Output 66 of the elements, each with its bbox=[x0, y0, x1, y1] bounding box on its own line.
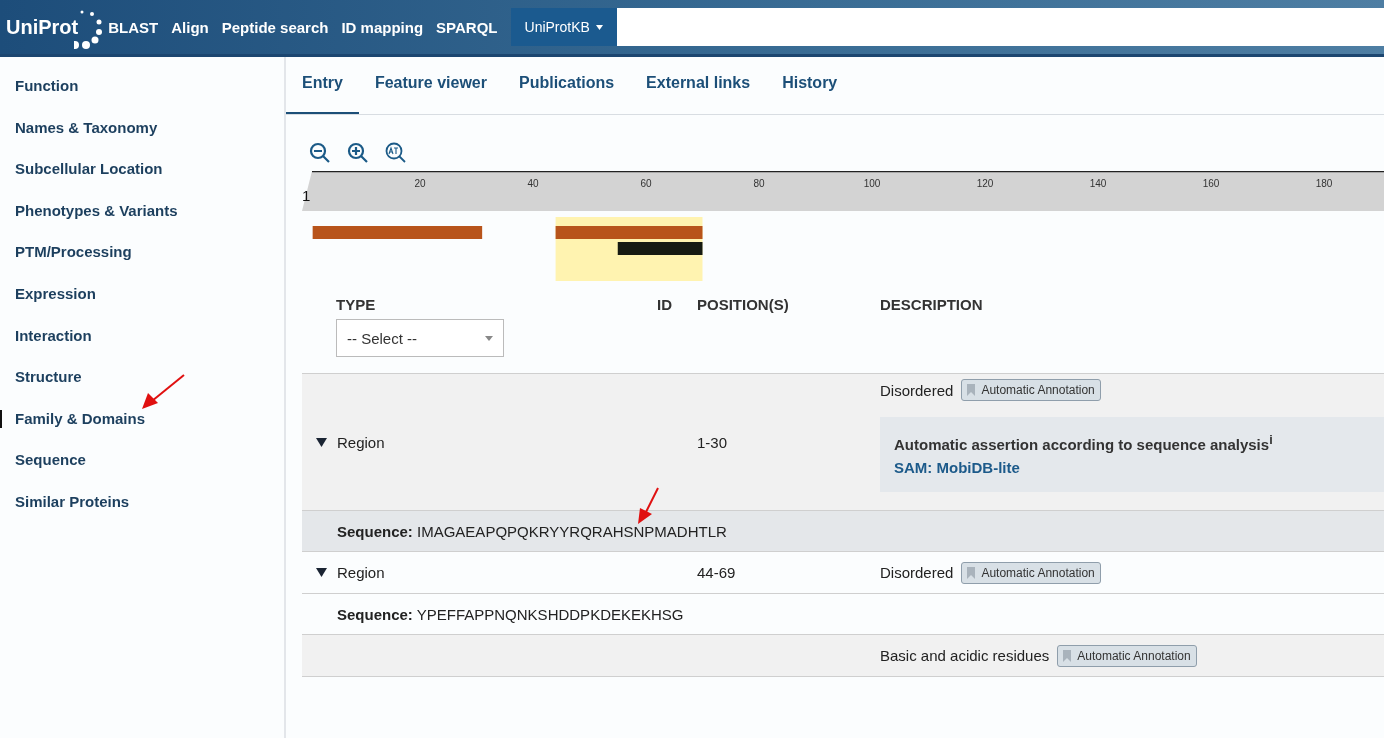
arrow-icon bbox=[140, 373, 186, 411]
sidebar-item[interactable]: Similar Proteins bbox=[0, 492, 130, 511]
tick-label: 60 bbox=[640, 178, 652, 189]
sidebar-item[interactable]: Family & Domains bbox=[0, 409, 146, 428]
nav-link[interactable]: Align bbox=[171, 18, 209, 36]
uniprot-logo[interactable]: UniProt bbox=[6, 5, 105, 49]
tab[interactable]: History bbox=[766, 74, 854, 114]
source-link[interactable]: SAM: MobiDB-lite bbox=[894, 459, 1370, 476]
annotation-badge[interactable]: Automatic Annotation bbox=[1057, 644, 1197, 667]
tick-label: 80 bbox=[753, 178, 765, 189]
ruler-start: 1 bbox=[302, 187, 311, 204]
sequence-text: Sequence: IMAGAEAPQPQKRYYRQRAHSNPMADHTLR bbox=[337, 522, 727, 540]
annotation-badge[interactable]: Automatic Annotation bbox=[961, 561, 1101, 584]
table-cell: 1-30 bbox=[697, 433, 728, 451]
bookmark-icon bbox=[1063, 649, 1072, 662]
tab[interactable]: External links bbox=[630, 74, 767, 114]
column-header: ID bbox=[657, 296, 672, 313]
table-cell: Region bbox=[337, 564, 385, 581]
nav-link[interactable]: BLAST bbox=[108, 18, 159, 36]
bookmark-icon bbox=[967, 384, 976, 396]
sidebar-item[interactable]: PTM/Processing bbox=[0, 243, 132, 262]
tick-label: 180 bbox=[1315, 178, 1333, 189]
annotation-badge[interactable]: Automatic Annotation bbox=[961, 379, 1101, 401]
caret-icon bbox=[485, 335, 493, 341]
column-header: DESCRIPTION bbox=[880, 296, 983, 313]
database-dropdown[interactable]: UniProtKB bbox=[510, 8, 617, 46]
zoom-in-icon[interactable] bbox=[346, 141, 370, 165]
sidebar-item[interactable]: Subcellular Location bbox=[0, 160, 163, 179]
collapse-icon[interactable] bbox=[316, 568, 327, 577]
tick-label: 140 bbox=[1089, 178, 1107, 189]
tab[interactable]: Feature viewer bbox=[358, 74, 503, 114]
tick-label: 40 bbox=[527, 178, 539, 189]
tick-label: 100 bbox=[863, 178, 881, 189]
tick-label: 20 bbox=[414, 178, 426, 189]
nav-link[interactable]: Peptide search bbox=[221, 18, 329, 36]
sidebar-item[interactable]: Expression bbox=[0, 284, 96, 303]
sidebar-item[interactable]: Structure bbox=[0, 368, 82, 387]
sequence-text: Sequence: YPEFFAPPNQNKSHDDPKDEKEKHSG bbox=[337, 605, 684, 623]
nav-link[interactable]: ID mapping bbox=[341, 18, 424, 36]
sidebar-item[interactable]: Function bbox=[0, 77, 79, 95]
arrow-icon bbox=[636, 486, 660, 526]
feature-bar[interactable] bbox=[617, 242, 703, 255]
nav-link[interactable]: SPARQL bbox=[436, 18, 498, 36]
sequence-zoom-icon[interactable] bbox=[384, 141, 408, 165]
sidebar-item[interactable]: Sequence bbox=[0, 451, 86, 470]
table-cell: Region bbox=[337, 433, 385, 451]
tab[interactable]: Publications bbox=[502, 74, 631, 114]
sidebar-item[interactable]: Phenotypes & Variants bbox=[0, 201, 178, 220]
bookmark-icon bbox=[967, 566, 976, 579]
tick-label: 160 bbox=[1202, 178, 1220, 189]
evidence-text: Automatic assertion according to sequence analysis$^{i}$ bbox=[894, 433, 1274, 453]
zoom-out-icon[interactable] bbox=[308, 141, 332, 165]
search-field[interactable] bbox=[616, 8, 1384, 46]
table-cell: Basic and acidic residues bbox=[880, 647, 1050, 664]
tab[interactable]: Entry bbox=[286, 74, 359, 114]
column-header: POSITION(S) bbox=[697, 296, 789, 313]
sidebar-item[interactable]: Interaction bbox=[0, 326, 92, 345]
column-header: TYPE bbox=[336, 296, 376, 313]
table-cell: Disordered bbox=[880, 381, 954, 399]
caret-icon bbox=[595, 24, 603, 30]
table-cell: Disordered bbox=[880, 564, 954, 581]
collapse-icon[interactable] bbox=[316, 437, 327, 447]
table-cell: 44-69 bbox=[697, 564, 736, 581]
tick-label: 120 bbox=[976, 178, 994, 189]
type-select[interactable]: -- Select -- bbox=[336, 319, 504, 357]
sidebar-item[interactable]: Names & Taxonomy bbox=[0, 118, 158, 137]
